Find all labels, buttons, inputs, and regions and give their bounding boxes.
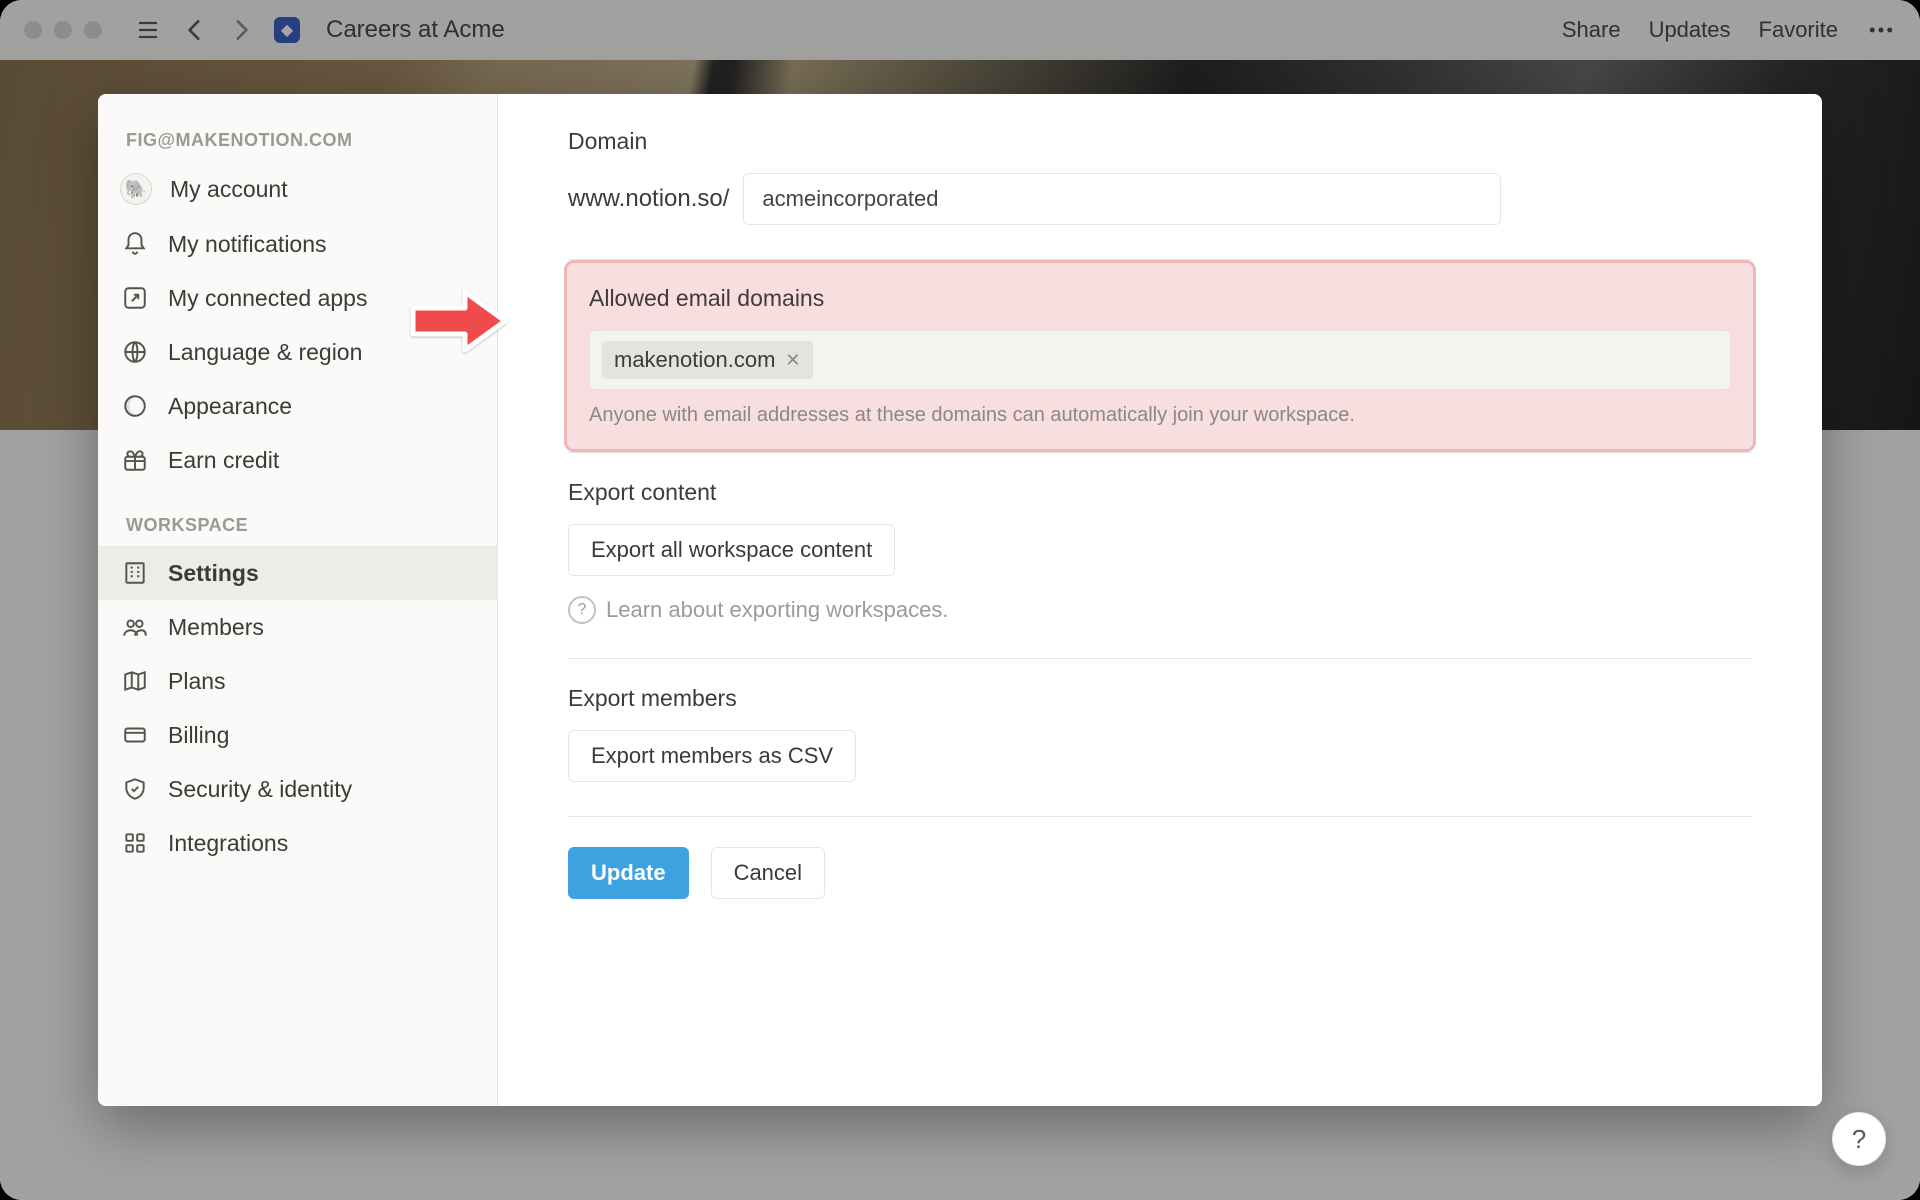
sidebar-item-label: My notifications xyxy=(168,231,327,258)
sidebar-item-label: Language & region xyxy=(168,339,362,366)
sidebar-item-label: Earn credit xyxy=(168,447,279,474)
bell-icon xyxy=(120,229,150,259)
help-fab-label: ? xyxy=(1852,1124,1866,1155)
sidebar-item-plans[interactable]: Plans xyxy=(98,654,497,708)
sidebar-item-language-region[interactable]: Language & region xyxy=(98,325,497,379)
remove-chip-icon[interactable]: ✕ xyxy=(785,350,800,371)
sidebar-item-integrations[interactable]: Integrations xyxy=(98,816,497,870)
shield-icon xyxy=(120,774,150,804)
domain-chip-label: makenotion.com xyxy=(614,347,775,373)
sidebar-item-my-notifications[interactable]: My notifications xyxy=(98,217,497,271)
section-export-members: Export members Export members as CSV xyxy=(568,659,1752,817)
sidebar-workspace-header: WORKSPACE xyxy=(98,505,497,546)
settings-modal: FIG@MAKENOTION.COM 🐘 My account My notif… xyxy=(98,94,1822,1106)
domain-chip[interactable]: makenotion.com ✕ xyxy=(602,341,813,379)
sidebar-item-label: Security & identity xyxy=(168,776,352,803)
sidebar-item-connected-apps[interactable]: My connected apps xyxy=(98,271,497,325)
export-members-button[interactable]: Export members as CSV xyxy=(568,730,856,782)
sidebar-item-label: Integrations xyxy=(168,830,288,857)
sidebar-item-security[interactable]: Security & identity xyxy=(98,762,497,816)
cancel-button[interactable]: Cancel xyxy=(711,847,825,899)
sidebar-item-label: Appearance xyxy=(168,393,292,420)
sidebar-item-settings[interactable]: Settings xyxy=(98,546,497,600)
sidebar-item-earn-credit[interactable]: Earn credit xyxy=(98,433,497,487)
map-icon xyxy=(120,666,150,696)
sidebar-item-label: My connected apps xyxy=(168,285,367,312)
learn-export-link[interactable]: ? Learn about exporting workspaces. xyxy=(568,596,1752,624)
allowed-domains-hint: Anyone with email addresses at these dom… xyxy=(589,404,1731,427)
allowed-domains-input[interactable]: makenotion.com ✕ xyxy=(589,330,1731,390)
avatar-icon: 🐘 xyxy=(120,173,152,205)
building-icon xyxy=(120,558,150,588)
settings-content: Domain www.notion.so/ Allowed email doma… xyxy=(498,94,1822,1106)
section-title-export-content: Export content xyxy=(568,479,1752,506)
sidebar-item-label: Members xyxy=(168,614,264,641)
domain-input[interactable] xyxy=(743,173,1501,225)
grid-icon xyxy=(120,828,150,858)
sidebar-item-label: Plans xyxy=(168,668,226,695)
section-title-domain: Domain xyxy=(568,128,1752,155)
globe-icon xyxy=(120,337,150,367)
help-fab[interactable]: ? xyxy=(1832,1112,1886,1166)
section-export-content: Export content Export all workspace cont… xyxy=(568,453,1752,659)
section-title-export-members: Export members xyxy=(568,685,1752,712)
gift-icon xyxy=(120,445,150,475)
moon-icon xyxy=(120,391,150,421)
sidebar-item-billing[interactable]: Billing xyxy=(98,708,497,762)
sidebar-item-my-account[interactable]: 🐘 My account xyxy=(98,161,497,217)
sidebar-account-header: FIG@MAKENOTION.COM xyxy=(98,120,497,161)
learn-export-label: Learn about exporting workspaces. xyxy=(606,597,948,623)
section-domain: Domain www.notion.so/ xyxy=(568,128,1752,260)
sidebar-item-label: Settings xyxy=(168,560,259,587)
settings-footer: Update Cancel xyxy=(568,847,1752,899)
settings-sidebar: FIG@MAKENOTION.COM 🐘 My account My notif… xyxy=(98,94,498,1106)
update-button[interactable]: Update xyxy=(568,847,689,899)
allowed-email-domains-highlight: Allowed email domains makenotion.com ✕ A… xyxy=(564,260,1756,452)
external-link-icon xyxy=(120,283,150,313)
sidebar-item-label: My account xyxy=(170,176,288,203)
export-workspace-button[interactable]: Export all workspace content xyxy=(568,524,895,576)
domain-prefix: www.notion.so/ xyxy=(568,185,729,213)
sidebar-item-appearance[interactable]: Appearance xyxy=(98,379,497,433)
help-icon: ? xyxy=(568,596,596,624)
sidebar-item-members[interactable]: Members xyxy=(98,600,497,654)
sidebar-item-label: Billing xyxy=(168,722,229,749)
credit-card-icon xyxy=(120,720,150,750)
section-title-allowed-domains: Allowed email domains xyxy=(589,285,1731,312)
members-icon xyxy=(120,612,150,642)
